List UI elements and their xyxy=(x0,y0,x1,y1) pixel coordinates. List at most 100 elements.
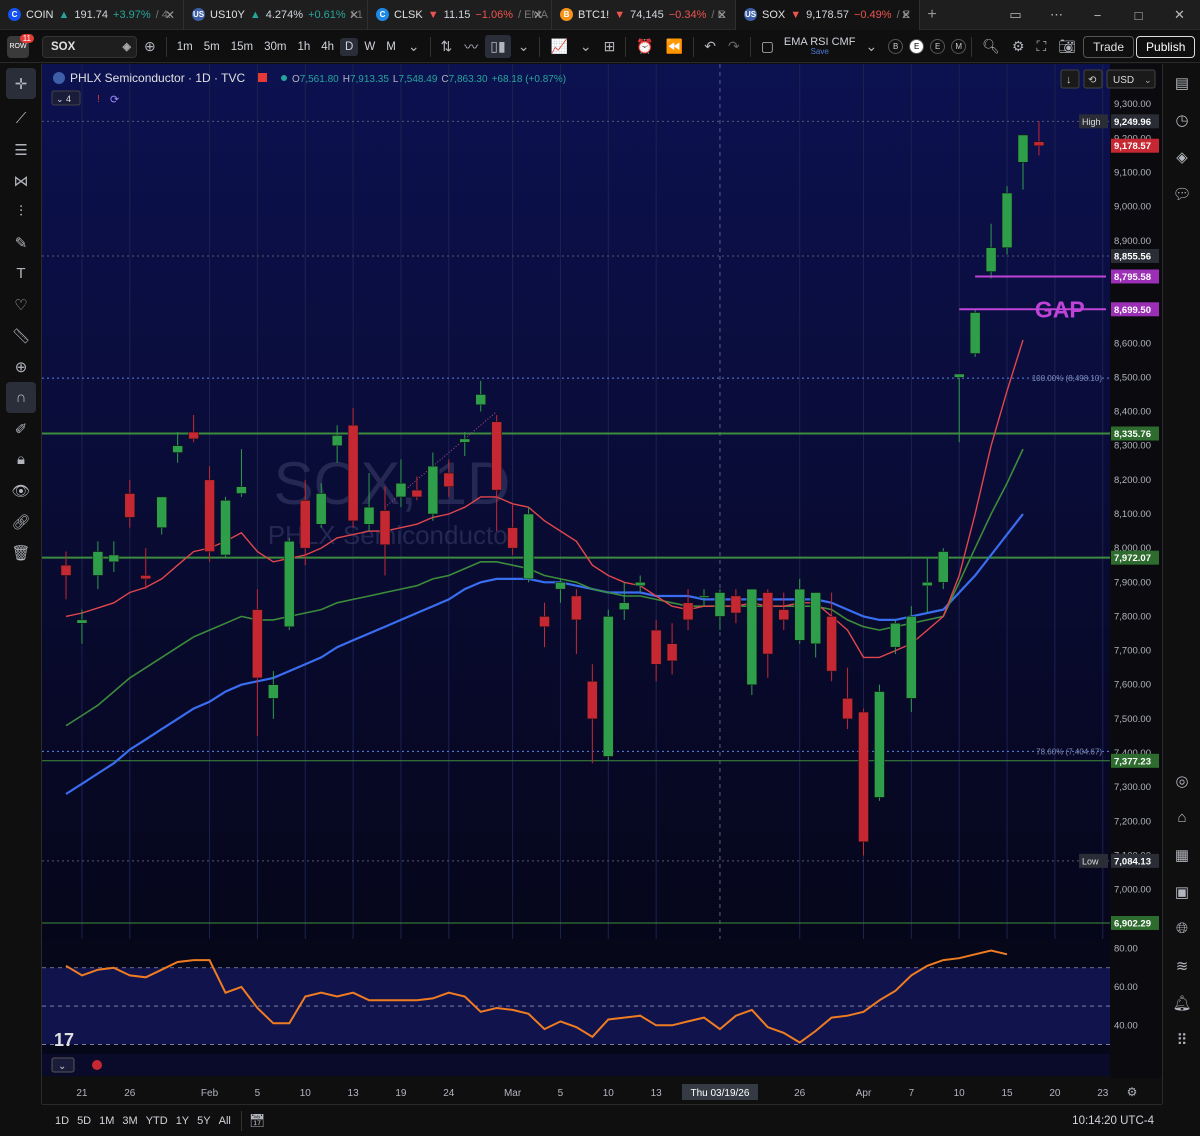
zoom-in-icon[interactable]: ⊕ xyxy=(0,351,42,382)
news-icon[interactable]: ▣ xyxy=(1163,873,1200,910)
price-tick-label: 9,100.00 xyxy=(1114,168,1151,179)
layout-select-icon[interactable]: ▢ xyxy=(756,35,779,58)
tab-close-icon[interactable]: ✕ xyxy=(533,8,543,22)
tab-close-icon[interactable]: ✕ xyxy=(349,8,359,22)
alerts-clock-icon[interactable]: ◷ xyxy=(1163,101,1200,138)
candles-icon[interactable]: ▯▮ xyxy=(485,35,511,58)
chart-type-dropdown-icon[interactable]: ⌄ xyxy=(513,35,535,58)
range-5Y[interactable]: 5Y xyxy=(194,1113,213,1129)
pattern-icon[interactable]: ⋈ xyxy=(0,165,42,196)
error-icon[interactable] xyxy=(92,1060,102,1070)
templates-icon[interactable]: ⊞ xyxy=(599,35,621,58)
trade-button[interactable]: Trade xyxy=(1083,35,1135,58)
streams-icon[interactable]: ≋ xyxy=(1163,947,1200,984)
interval-D[interactable]: D xyxy=(340,37,359,56)
close-window-button[interactable]: ✕ xyxy=(1159,7,1200,23)
trash-icon[interactable]: 🗑︎ xyxy=(0,537,42,568)
interval-M[interactable]: M xyxy=(381,38,401,56)
tab-close-icon[interactable]: ✕ xyxy=(165,8,175,22)
tab-clsk[interactable]: C CLSK ▼ 11.15 −1.06% / EMA ✕ xyxy=(368,0,552,30)
range-1M[interactable]: 1M xyxy=(96,1113,117,1129)
tab-us10y[interactable]: US US10Y ▲ 4.274% +0.61%/ 1 ✕ xyxy=(184,0,368,30)
undo-icon[interactable]: ↶ xyxy=(699,35,721,58)
object-tree-icon[interactable]: ◈ xyxy=(1163,138,1200,175)
bar-replay-icon[interactable]: ⇅ xyxy=(436,35,458,58)
time-tick-label: Feb xyxy=(201,1088,219,1099)
tab-coin[interactable]: C COIN ▲ 191.74 +3.97%/ 4. ✕ xyxy=(0,0,184,30)
flag-icon[interactable] xyxy=(258,73,267,82)
interval-W[interactable]: W xyxy=(359,38,380,56)
globe-icon[interactable]: 🌐︎ xyxy=(1163,910,1200,947)
magnet-icon[interactable]: ∩ xyxy=(6,382,36,413)
ideas-icon[interactable]: ⌂ xyxy=(1163,799,1200,836)
alert-icon[interactable]: ⏰ xyxy=(631,35,658,58)
stay-drawing-icon[interactable]: ✐ xyxy=(0,413,42,444)
horizontal-lines-icon[interactable]: ☰ xyxy=(0,134,42,165)
event-badge[interactable]: E xyxy=(909,39,925,54)
tab-close-icon[interactable]: ✕ xyxy=(901,8,911,22)
interval-15m[interactable]: 15m xyxy=(226,38,258,56)
notifications-bell-icon[interactable]: 🔔︎ xyxy=(1163,984,1200,1021)
range-1Y[interactable]: 1Y xyxy=(173,1113,192,1129)
legend-title[interactable]: PHLX Semiconductor · 1D · TVC xyxy=(70,71,246,85)
range-All[interactable]: All xyxy=(216,1113,234,1129)
indicators-dropdown-icon[interactable]: ⌄ xyxy=(575,35,597,58)
axis-settings-gear-icon[interactable]: ⚙ xyxy=(1127,1085,1138,1099)
interval-30m[interactable]: 30m xyxy=(259,38,291,56)
text-tool-icon[interactable]: T xyxy=(0,258,42,289)
interval-1m[interactable]: 1m xyxy=(172,38,198,56)
tab-sox[interactable]: US SOX ▼ 9,178.57 −0.49% / E ✕ xyxy=(736,0,920,30)
symbol-search-input[interactable]: SOX ◈ xyxy=(42,35,137,58)
range-5D[interactable]: 5D xyxy=(74,1113,94,1129)
magnifier-icon[interactable]: 🔍︎ xyxy=(977,35,1005,58)
target-icon[interactable]: ◎ xyxy=(1163,762,1200,799)
layout-icon[interactable]: ▭ xyxy=(995,7,1036,23)
indicators-icon[interactable]: 📈 xyxy=(545,35,572,58)
link-icon[interactable]: 🔗︎ xyxy=(0,506,42,537)
indicator-template-button[interactable]: EMA RSI CMF Save xyxy=(784,37,856,56)
range-1D[interactable]: 1D xyxy=(52,1113,72,1129)
interval-5m[interactable]: 5m xyxy=(199,38,225,56)
interval-1h[interactable]: 1h xyxy=(292,38,315,56)
new-tab-icon[interactable]: + xyxy=(920,6,944,24)
more-icon[interactable]: ⋯ xyxy=(1036,7,1077,23)
ruler-icon[interactable]: 📏︎ xyxy=(0,320,42,351)
goto-date-icon[interactable]: 📅︎ xyxy=(249,1113,266,1129)
chart-area[interactable]: SOX, 1DPHLX Semiconductor100.00% (8,498.… xyxy=(42,64,1162,1104)
redo-icon[interactable]: ↷ xyxy=(723,35,745,58)
event-badge[interactable]: M xyxy=(951,39,967,54)
template-dropdown-icon[interactable]: ⌄ xyxy=(860,35,882,58)
favorites-heart-icon[interactable]: ♡ xyxy=(0,289,42,320)
tab-close-icon[interactable]: ✕ xyxy=(717,8,727,22)
chat-icon[interactable]: 💬︎ xyxy=(1163,175,1200,212)
range-3M[interactable]: 3M xyxy=(119,1113,140,1129)
compare-add-icon[interactable]: ⊕ xyxy=(139,35,161,58)
replay-icon[interactable]: ⏪ xyxy=(661,35,688,58)
brush-icon[interactable]: ✎ xyxy=(0,227,42,258)
account-avatar[interactable]: ROW 11 xyxy=(0,33,36,61)
watchlist-icon[interactable]: ▤ xyxy=(1163,64,1200,101)
snapshot-icon[interactable]: 📷︎ xyxy=(1053,35,1081,58)
trend-line-icon[interactable]: ⟋ xyxy=(0,103,42,134)
maximize-button[interactable]: □ xyxy=(1118,8,1159,23)
apps-grid-icon[interactable]: ⠿ xyxy=(1163,1021,1200,1058)
symbol-options-icon[interactable]: ◈ xyxy=(123,40,131,53)
event-badge[interactable]: E xyxy=(930,39,946,54)
publish-button[interactable]: Publish xyxy=(1136,35,1196,58)
tab-btc1[interactable]: B BTC1! ▼ 74,145 −0.34% / E ✕ xyxy=(552,0,736,30)
calendar-icon[interactable]: ▦ xyxy=(1163,836,1200,873)
line-chart-icon[interactable]: 〰 xyxy=(459,34,483,60)
range-YTD[interactable]: YTD xyxy=(143,1113,171,1129)
fib-icon[interactable]: ⫶ xyxy=(0,196,42,227)
hide-eye-icon[interactable]: 👁︎ xyxy=(0,475,42,506)
warning-icon[interactable]: ! xyxy=(97,94,100,105)
lock-icon[interactable]: 🔒︎ xyxy=(0,444,42,475)
crosshair-icon[interactable]: ✛ xyxy=(6,68,36,99)
refresh-icon[interactable]: ⟳ xyxy=(110,94,119,106)
event-badge[interactable]: B xyxy=(888,39,904,54)
interval-dropdown-icon[interactable]: ⌄ xyxy=(403,35,425,58)
minimize-button[interactable]: − xyxy=(1077,8,1118,23)
fullscreen-icon[interactable]: ⛶ xyxy=(1032,35,1052,58)
interval-4h[interactable]: 4h xyxy=(316,38,339,56)
settings-gear-icon[interactable]: ⚙ xyxy=(1007,35,1030,58)
